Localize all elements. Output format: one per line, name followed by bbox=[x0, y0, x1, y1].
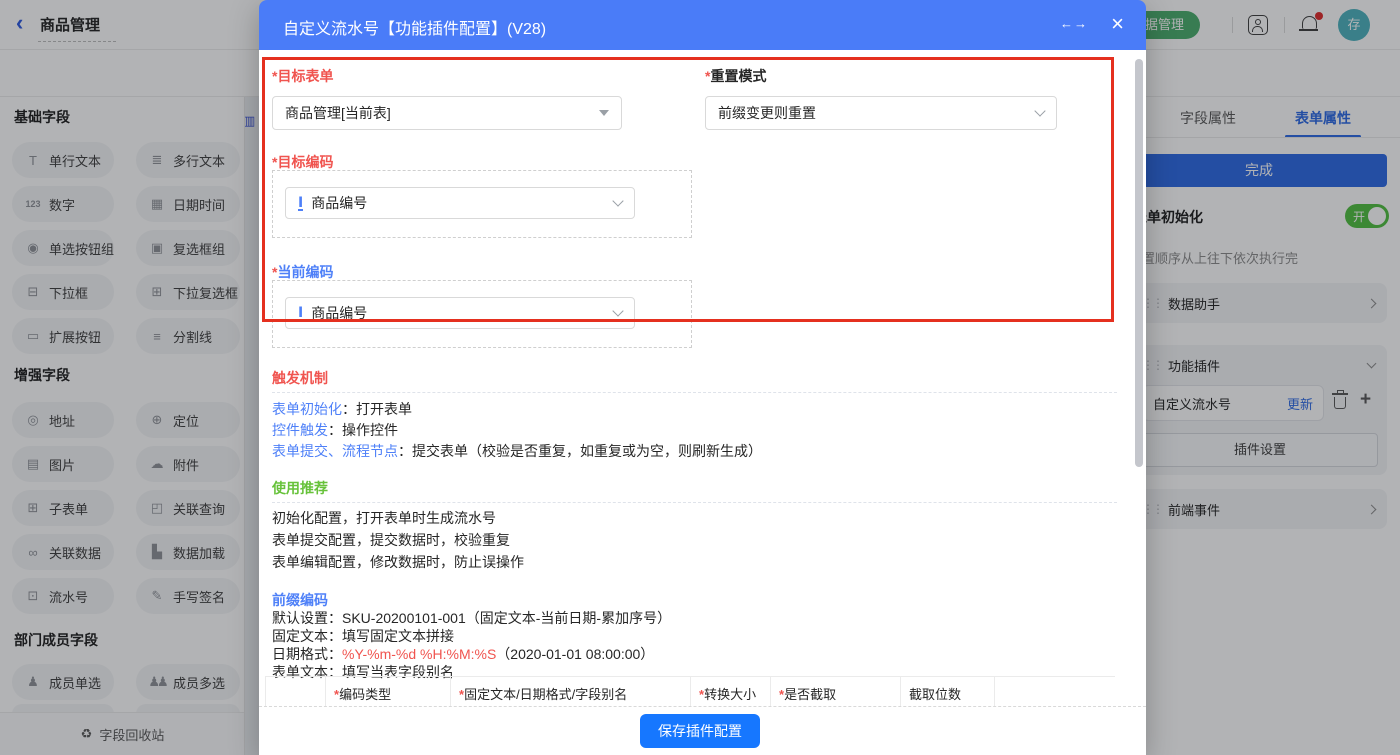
expand-icon[interactable]: ←→ bbox=[1060, 16, 1088, 31]
target-form-label: *目标表单 bbox=[272, 66, 333, 86]
usage-line: 初始化配置，打开表单时生成流水号 bbox=[272, 508, 496, 528]
current-code-select[interactable]: Ⅰ商品编号 bbox=[285, 297, 635, 329]
text-field-icon: Ⅰ bbox=[298, 196, 303, 211]
usage-line: 表单提交配置，提交数据时，校验重复 bbox=[272, 530, 510, 550]
usage-heading: 使用推荐 bbox=[272, 478, 328, 498]
modal-title: 自定义流水号【功能插件配置】(V28) bbox=[283, 15, 546, 39]
chevron-down-icon bbox=[612, 305, 623, 316]
table-header-truncate-digits: 截取位数 bbox=[900, 677, 995, 706]
reset-mode-select[interactable]: 前缀变更则重置 bbox=[705, 96, 1057, 130]
target-code-select[interactable]: Ⅰ商品编号 bbox=[285, 187, 635, 219]
current-code-label: *当前编码 bbox=[272, 262, 333, 282]
prefix-heading: 前缀编码 bbox=[272, 590, 328, 610]
prefix-line: 固定文本：填写固定文本拼接 bbox=[272, 626, 454, 646]
table-header-code-type: *编码类型 bbox=[325, 677, 450, 706]
plugin-config-modal: 自定义流水号【功能插件配置】(V28) ←→ × *目标表单 商品管理[当前表]… bbox=[259, 0, 1146, 755]
table-header-empty bbox=[265, 677, 325, 706]
table-header-fixed-text: *固定文本/日期格式/字段别名 bbox=[450, 677, 690, 706]
chevron-down-icon bbox=[1034, 105, 1045, 116]
target-form-select[interactable]: 商品管理[当前表] bbox=[272, 96, 622, 130]
section-divider bbox=[272, 392, 1117, 393]
target-code-label: *目标编码 bbox=[272, 152, 333, 172]
triangle-down-icon bbox=[599, 110, 609, 116]
modal-body: *目标表单 商品管理[当前表] *重置模式 前缀变更则重置 *目标编码 Ⅰ商品编… bbox=[259, 50, 1146, 755]
trigger-line: 控件触发：操作控件 bbox=[272, 420, 398, 440]
prefix-line: 默认设置：SKU-20200101-001（固定文本-当前日期-累加序号） bbox=[272, 608, 671, 628]
prefix-line: 日期格式：%Y-%m-%d %H:%M:%S（2020-01-01 08:00:… bbox=[272, 644, 654, 664]
table-header-truncate: *是否截取 bbox=[770, 677, 900, 706]
trigger-heading: 触发机制 bbox=[272, 368, 328, 388]
save-plugin-config-button[interactable]: 保存插件配置 bbox=[640, 714, 760, 748]
app-root: ‹ 商品管理 数据管理 存 ⊘ 表单外链 ⊠ 后端脚本 ▥ 预览 保存 → 基础… bbox=[0, 0, 1400, 755]
table-header-case-convert: *转换大小 bbox=[690, 677, 770, 706]
trigger-line: 表单提交、流程节点：提交表单（校验是否重复，如重复或为空，则刷新生成） bbox=[272, 441, 762, 461]
modal-header: 自定义流水号【功能插件配置】(V28) ←→ × bbox=[259, 0, 1146, 50]
current-code-container: Ⅰ商品编号 bbox=[272, 280, 692, 348]
text-field-icon: Ⅰ bbox=[298, 306, 303, 321]
code-config-table: *编码类型 *固定文本/日期格式/字段别名 *转换大小 *是否截取 截取位数 bbox=[265, 676, 1115, 706]
target-code-container: Ⅰ商品编号 bbox=[272, 170, 692, 238]
modal-scrollbar[interactable] bbox=[1135, 59, 1143, 467]
chevron-down-icon bbox=[612, 195, 623, 206]
trigger-line: 表单初始化：打开表单 bbox=[272, 399, 412, 419]
section-divider bbox=[272, 502, 1117, 503]
footer-divider bbox=[259, 706, 1146, 707]
close-icon[interactable]: × bbox=[1111, 11, 1124, 37]
reset-mode-label: *重置模式 bbox=[705, 66, 766, 86]
usage-line: 表单编辑配置，修改数据时，防止误操作 bbox=[272, 552, 524, 572]
